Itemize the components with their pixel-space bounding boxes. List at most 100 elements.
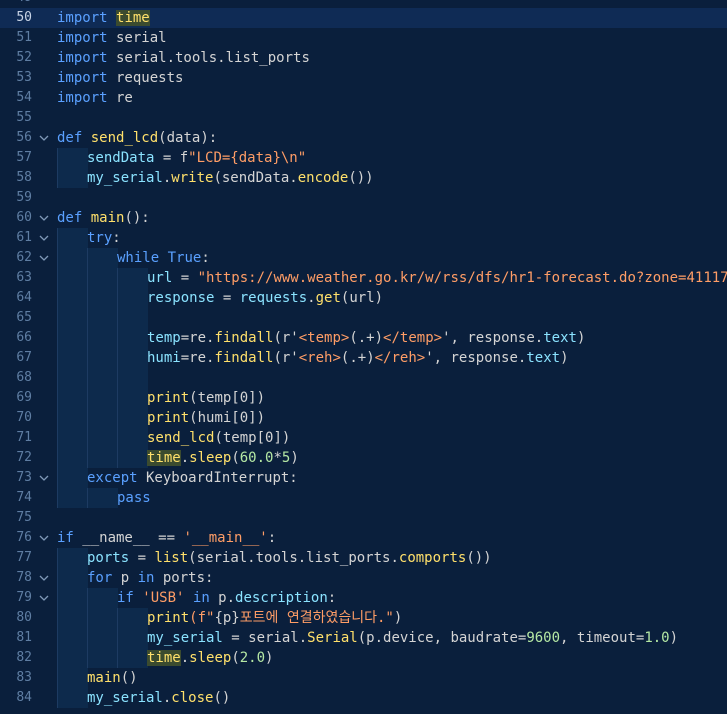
code-token: response xyxy=(147,290,215,306)
code-line[interactable]: 59 xyxy=(0,188,727,208)
code-line[interactable]: 75 xyxy=(0,508,727,528)
indent-guide xyxy=(87,488,118,508)
code-line[interactable]: 57 sendData = f"LCD={data}\n" xyxy=(0,148,727,168)
code-line[interactable]: 50 import time xyxy=(0,8,727,28)
line-number: 74 xyxy=(16,490,32,505)
fold-chevron-icon[interactable] xyxy=(39,248,51,268)
code-line[interactable]: 61 try: xyxy=(0,228,727,248)
indent-guide xyxy=(87,588,118,608)
indent-guide xyxy=(57,388,88,408)
code-line[interactable]: 51 import serial xyxy=(0,28,727,48)
code-line[interactable]: 76 if __name__ == '__main__': xyxy=(0,528,727,548)
code-line[interactable]: 84 my_serial.close() xyxy=(0,688,727,708)
code-line[interactable]: 83 main() xyxy=(0,668,727,688)
code-token: comports xyxy=(398,550,467,566)
code-line[interactable]: 70 print(humi[0]) xyxy=(0,408,727,428)
code-line[interactable]: 49 xyxy=(0,0,727,8)
code-text: def send_lcd(data): xyxy=(57,128,217,148)
code-line[interactable]: 69 print(temp[0]) xyxy=(0,388,727,408)
code-line[interactable]: 65 xyxy=(0,308,727,328)
fold-chevron-icon[interactable] xyxy=(39,208,51,228)
code-line[interactable]: 73 except KeyboardInterrupt: xyxy=(0,468,727,488)
code-line[interactable]: 72 time.sleep(60.0*5) xyxy=(0,448,727,468)
code-token: def xyxy=(57,130,83,146)
indent-guide xyxy=(57,308,88,328)
indent-guide xyxy=(117,428,148,448)
code-text: import serial xyxy=(57,28,167,48)
code-line[interactable]: 55 xyxy=(0,108,727,128)
fold-chevron-icon[interactable] xyxy=(39,588,51,608)
code-line[interactable]: 67 humi=re.findall(r'<reh>(.+)</reh>', re… xyxy=(0,348,727,368)
code-token: ( xyxy=(231,450,240,466)
code-token: ) xyxy=(265,650,274,666)
code-text: time.sleep(60.0*5) xyxy=(147,448,299,468)
code-line[interactable]: 68 xyxy=(0,368,727,388)
indent-guide xyxy=(117,408,148,428)
code-line[interactable]: 66 temp=re.findall(r'<temp>(.+)</temp>', … xyxy=(0,328,727,348)
code-text: pass xyxy=(117,488,151,508)
code-line[interactable]: 64 response = requests.get(url) xyxy=(0,288,727,308)
fold-chevron-icon[interactable] xyxy=(39,228,51,248)
code-token: 'USB' xyxy=(142,590,185,606)
code-token: text xyxy=(526,350,561,366)
fold-chevron-icon[interactable] xyxy=(39,528,51,548)
code-line[interactable]: 79 if 'USB' in p.description: xyxy=(0,588,727,608)
code-line[interactable]: 58 my_serial.write(sendData.encode()) xyxy=(0,168,727,188)
code-line[interactable]: 77 ports = list(serial.tools.list_ports.c… xyxy=(0,548,727,568)
code-text: except KeyboardInterrupt: xyxy=(87,468,298,488)
fold-chevron-icon[interactable] xyxy=(39,128,51,148)
line-number: 61 xyxy=(16,230,32,245)
code-line[interactable]: 63 url = "https://www.weather.go.kr/w/rss… xyxy=(0,268,727,288)
code-line[interactable]: 74 pass xyxy=(0,488,727,508)
line-number: 71 xyxy=(16,430,32,445)
code-token: print xyxy=(147,610,190,626)
code-token: encode xyxy=(297,170,349,186)
line-number: 76 xyxy=(16,530,32,545)
code-token: description xyxy=(235,590,328,606)
indent-guide xyxy=(57,228,88,248)
code-text: if 'USB' in p.description: xyxy=(117,588,336,608)
line-number: 65 xyxy=(16,310,32,325)
code-token: =re. xyxy=(180,330,215,346)
fold-chevron-icon[interactable] xyxy=(39,568,51,588)
code-line[interactable]: 53 import requests xyxy=(0,68,727,88)
indent-guide xyxy=(87,428,118,448)
indent-guide xyxy=(57,268,88,288)
code-line[interactable]: 52 import serial.tools.list_ports xyxy=(0,48,727,68)
code-token: "https://www.weather.go.kr/w/rss/dfs/hr1… xyxy=(197,270,727,286)
code-line[interactable]: 60 def main(): xyxy=(0,208,727,228)
code-token: True xyxy=(167,250,202,266)
indent-guide xyxy=(57,428,88,448)
line-number: 52 xyxy=(16,50,32,65)
code-line[interactable]: 56 def send_lcd(data): xyxy=(0,128,727,148)
code-line[interactable]: 54 import re xyxy=(0,88,727,108)
code-line[interactable]: 62 while True: xyxy=(0,248,727,268)
code-token: __name__ == xyxy=(73,530,184,546)
code-token: : xyxy=(112,230,121,246)
code-token: (url) xyxy=(340,290,384,306)
code-line[interactable]: 71 send_lcd(temp[0]) xyxy=(0,428,727,448)
indent-guide xyxy=(57,668,88,688)
indent-guide xyxy=(57,568,88,588)
code-text: print(f"{p}포트에 연결하였습니다.") xyxy=(147,608,402,628)
code-token: : xyxy=(267,530,277,546)
code-token: {p} xyxy=(214,610,240,626)
fold-chevron-icon[interactable] xyxy=(39,468,51,488)
code-editor[interactable]: 49 50 import time 51 import serial 52 import s… xyxy=(0,0,727,714)
code-line[interactable]: 80 print(f"{p}포트에 연결하였습니다.") xyxy=(0,608,727,628)
indent-guide xyxy=(57,248,88,268)
line-number: 66 xyxy=(16,330,32,345)
code-line[interactable]: 81 my_serial = serial.Serial(p.device, ba… xyxy=(0,628,727,648)
code-token: Serial xyxy=(307,630,358,646)
indent-guide xyxy=(87,368,118,388)
code-token: <reh> xyxy=(298,350,341,366)
code-token: get xyxy=(315,290,341,306)
code-token: list xyxy=(154,550,189,566)
code-line[interactable]: 78 for p in ports: xyxy=(0,568,727,588)
line-number: 54 xyxy=(16,90,32,105)
code-token: '__main__' xyxy=(183,530,268,546)
code-line[interactable]: 82 time.sleep(2.0) xyxy=(0,648,727,668)
code-token: ports: xyxy=(154,570,214,586)
code-token: (serial.tools.list_ports. xyxy=(188,550,399,566)
